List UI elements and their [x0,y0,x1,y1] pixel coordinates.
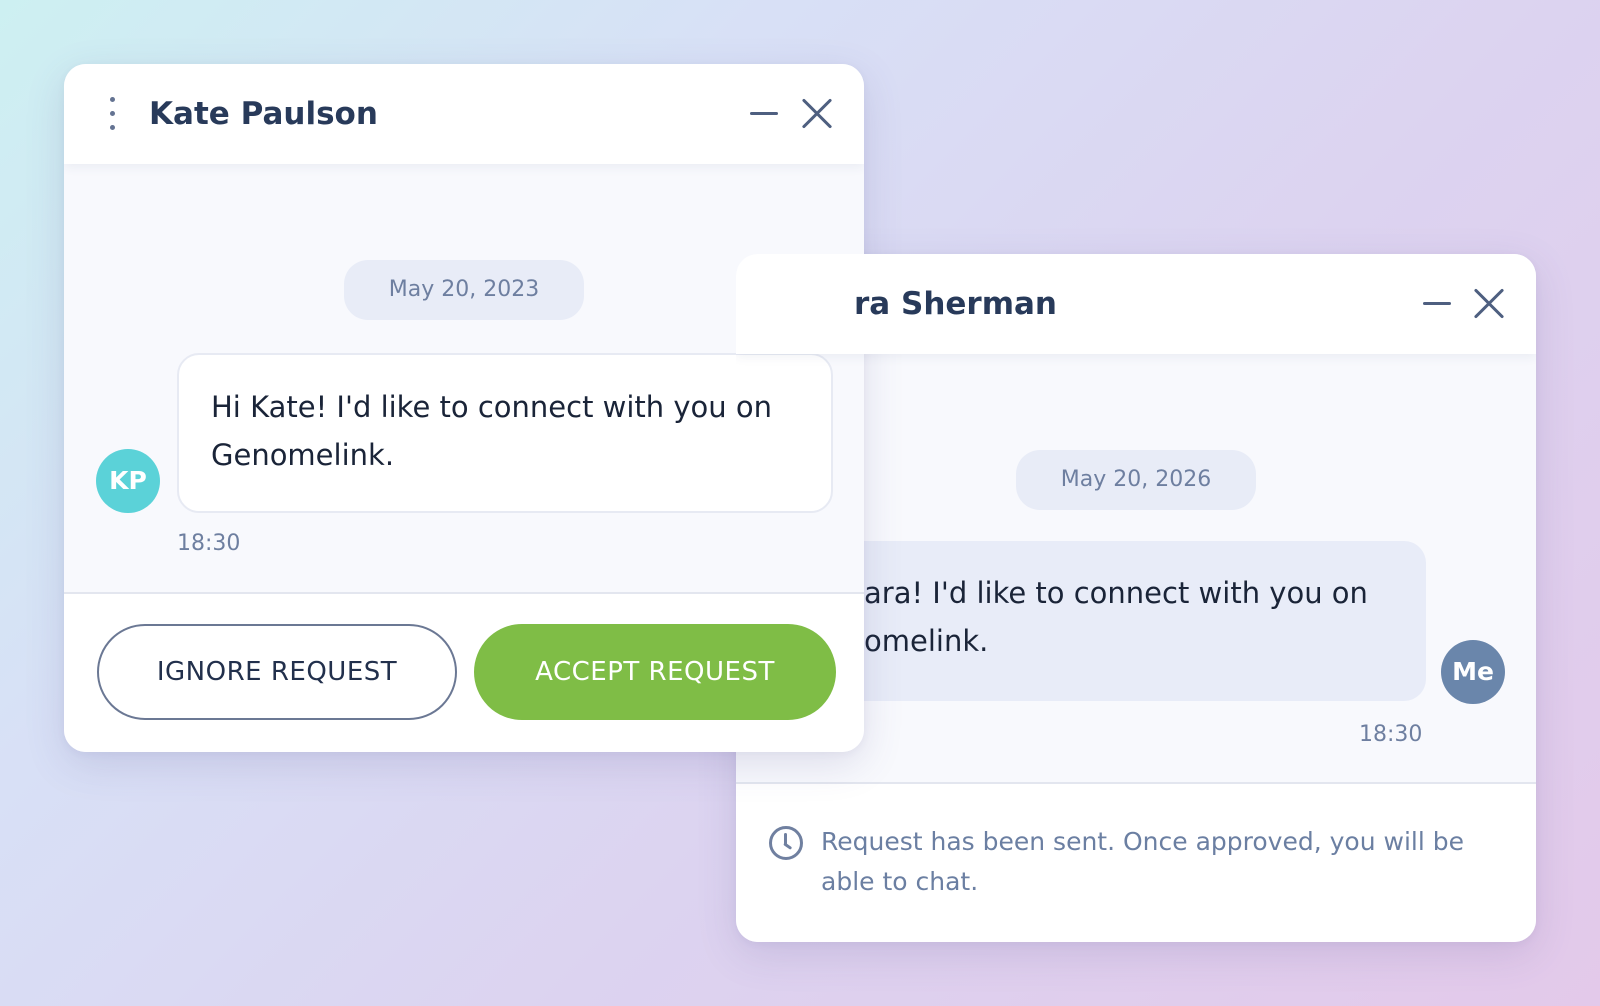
chat-title: Kate Paulson [149,96,378,132]
ignore-request-button[interactable]: IGNORE REQUEST [97,624,457,720]
more-vertical-icon[interactable] [102,92,122,136]
status-line: able to chat. [821,867,979,896]
message-line: Hi Kate! I'd like to connect with you on [211,390,773,424]
message-line: ara! I'd like to connect with you on [864,576,1368,610]
chat-header: Kate Paulson [64,64,864,164]
avatar-kp: KP [96,449,160,513]
incoming-message-bubble: Hi Kate! I'd like to connect with you on… [177,353,833,513]
message-time: 18:30 [1359,722,1423,747]
request-status-text: Request has been sent. Once approved, yo… [821,822,1521,902]
date-separator: May 20, 2023 [344,260,584,320]
chat-header: ra Sherman [736,254,1536,354]
request-status-footer: Request has been sent. Once approved, yo… [736,782,1536,942]
close-icon[interactable] [1473,288,1505,320]
request-actions-footer: IGNORE REQUEST ACCEPT REQUEST [64,592,864,752]
date-separator: May 20, 2026 [1016,450,1256,510]
minimize-icon[interactable] [1423,302,1451,305]
chat-title: ra Sherman [854,286,1057,322]
avatar-me: Me [1441,640,1505,704]
minimize-icon[interactable] [750,112,778,115]
accept-request-button[interactable]: ACCEPT REQUEST [474,624,836,720]
close-icon[interactable] [801,98,833,130]
chat-window-incoming-request: Kate Paulson May 20, 2023 KP Hi Kate! I'… [64,64,864,752]
message-line: Genomelink. [211,438,395,472]
message-time: 18:30 [177,531,241,556]
clock-icon [769,826,803,860]
message-line: omelink. [864,624,989,658]
status-line: Request has been sent. Once approved, yo… [821,827,1464,856]
